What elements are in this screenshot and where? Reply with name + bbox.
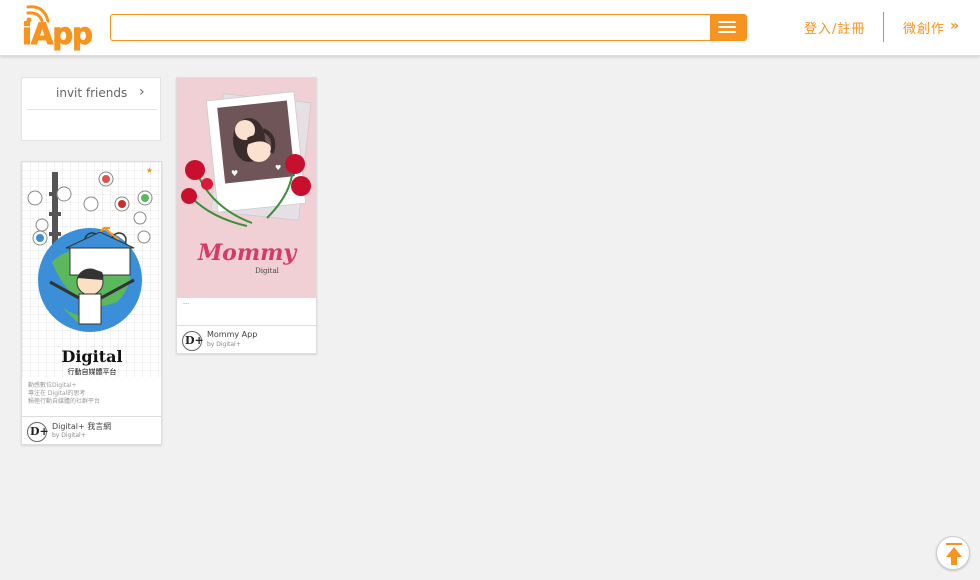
search-input[interactable] [113,16,711,39]
app-author: by Digital+ [52,432,86,439]
description-line: 積極行動自媒體的社群平台 [28,398,101,405]
double-chevron-right-icon[interactable]: » [950,18,959,34]
app-description: 動感數位Digital+ 專注在 Digital的思考 積極行動自媒體的社群平台 [28,382,100,406]
micro-create-link[interactable]: 微創作 [903,18,945,37]
logo-text: iApp [22,17,94,52]
arrow-up-icon [946,543,962,565]
poster-title: Mommy [197,240,299,266]
poster-subtitle: 行動自媒體平台 [68,367,117,376]
digital-plus-avatar: D+ [182,331,204,351]
app-card-digital-plus[interactable]: Digital 行動自媒體平台 ★ 動感數位Digital+ 專注在 Digit… [21,161,162,445]
app-card-mommy[interactable]: ♥ ♥ Mommy Digital --- D+ Mommy App by Di… [176,77,317,354]
poster-subtitle: Digital [255,267,280,275]
svg-text:♥: ♥ [231,169,238,178]
description-line: --- [183,300,190,307]
header-divider [883,12,884,42]
app-name[interactable]: Mommy App [207,330,257,339]
svg-text:♥: ♥ [275,164,281,172]
chevron-right-icon: › [139,84,145,100]
description-line: 專注在 Digital的思考 [28,390,86,397]
app-name[interactable]: Digital+ 我言網 [52,421,111,432]
menu-button[interactable] [710,14,746,41]
invite-friends-card[interactable]: invit friends › [21,77,161,141]
iapp-logo[interactable]: iApp [22,3,94,53]
app-card-footer[interactable]: D+ Mommy App by Digital+ [177,325,316,354]
description-line: 動感數位Digital+ [28,382,77,389]
digital-plus-avatar: D+ [27,422,49,442]
app-thumbnail[interactable]: ♥ ♥ Mommy Digital [177,78,316,298]
poster-title: Digital [61,347,122,366]
app-author: by Digital+ [207,341,241,348]
mommy-poster: ♥ ♥ Mommy Digital [177,78,316,298]
invite-friends-label: invit friends [56,86,128,100]
top-header: iApp 登入/註冊 微創作 » [0,0,980,56]
invite-friends-row[interactable]: invit friends › [27,78,157,110]
digital-plus-poster: Digital 行動自媒體平台 [22,162,161,377]
search-bar [110,14,747,41]
login-register-link[interactable]: 登入/註冊 [804,18,865,37]
app-card-footer[interactable]: D+ Digital+ 我言網 by Digital+ [22,416,161,445]
app-thumbnail[interactable]: Digital 行動自媒體平台 ★ [22,162,161,377]
scroll-to-top-button[interactable] [936,536,970,570]
app-description: --- [183,300,190,308]
star-icon: ★ [145,166,153,175]
